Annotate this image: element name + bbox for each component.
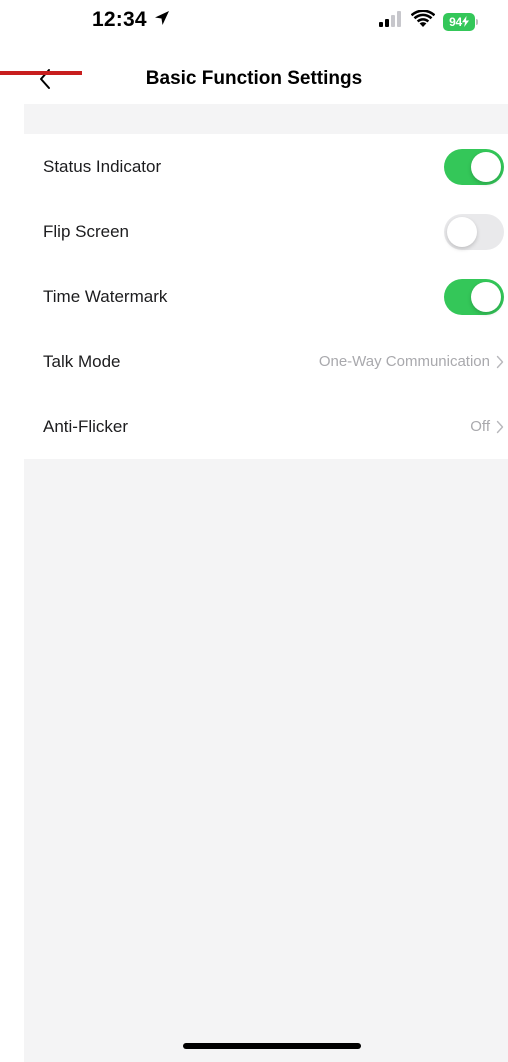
talk-mode-value: One-Way Communication xyxy=(318,353,490,370)
cellular-signal-icon xyxy=(379,11,403,32)
toggle-knob xyxy=(471,281,501,312)
setting-row-anti-flicker[interactable]: Anti-Flicker Off xyxy=(24,394,508,459)
chevron-right-icon xyxy=(496,355,504,368)
anti-flicker-label: Anti-Flicker xyxy=(43,416,129,436)
setting-row-status-indicator: Status Indicator xyxy=(24,134,508,199)
setting-row-talk-mode[interactable]: Talk Mode One-Way Communication xyxy=(24,329,508,394)
setting-row-flip-screen: Flip Screen xyxy=(24,199,508,264)
anti-flicker-selector[interactable]: Off xyxy=(470,418,504,435)
setting-row-time-watermark: Time Watermark xyxy=(24,264,508,329)
navigation-bar: Basic Function Settings xyxy=(0,56,508,100)
battery-indicator: 94 xyxy=(443,12,478,31)
status-bar: 12:34 94 xyxy=(0,0,508,44)
back-button[interactable] xyxy=(28,62,62,96)
status-time-group: 12:34 xyxy=(92,8,171,32)
status-indicator-label: Status Indicator xyxy=(43,156,162,176)
battery-level-text: 94 xyxy=(449,14,462,29)
talk-mode-selector[interactable]: One-Way Communication xyxy=(319,353,504,370)
annotation-highlight-bar xyxy=(0,71,82,75)
talk-mode-label: Talk Mode xyxy=(43,351,121,371)
home-indicator[interactable] xyxy=(183,1043,361,1049)
status-indicator-toggle[interactable] xyxy=(444,148,504,185)
time-watermark-toggle[interactable] xyxy=(444,278,504,315)
flip-screen-toggle[interactable] xyxy=(444,213,504,250)
anti-flicker-value: Off xyxy=(470,418,490,435)
chevron-right-icon xyxy=(496,420,504,433)
location-arrow-icon xyxy=(153,9,171,32)
battery-tip xyxy=(476,18,478,25)
time-watermark-label: Time Watermark xyxy=(43,286,168,306)
charging-bolt-icon xyxy=(461,16,469,27)
toggle-knob xyxy=(447,216,477,247)
toggle-knob xyxy=(471,151,501,182)
wifi-icon xyxy=(410,9,436,33)
flip-screen-label: Flip Screen xyxy=(43,221,129,241)
battery-level: 94 xyxy=(443,12,475,31)
status-icons: 94 xyxy=(379,9,478,33)
settings-list: Status Indicator Flip Screen Time Waterm… xyxy=(24,134,508,459)
status-time: 12:34 xyxy=(92,8,147,31)
empty-content-area xyxy=(24,459,508,1062)
section-spacer xyxy=(24,104,508,134)
